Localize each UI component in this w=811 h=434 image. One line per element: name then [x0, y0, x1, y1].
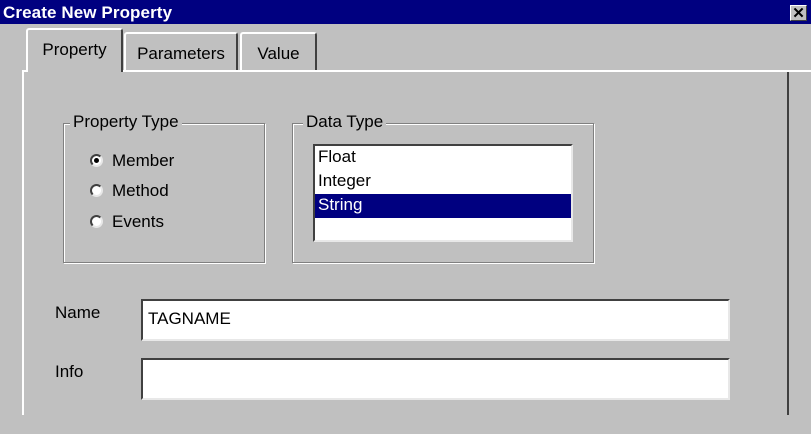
tab-panel-property — [22, 70, 811, 415]
close-button[interactable]: ✕ — [790, 5, 807, 22]
title-bar: Create New Property ✕ — [0, 0, 811, 24]
tab-value-label: Value — [257, 44, 300, 63]
tab-value[interactable]: Value — [240, 32, 317, 70]
window-title: Create New Property — [3, 3, 173, 22]
tab-parameters-label: Parameters — [137, 44, 225, 63]
tab-property[interactable]: Property — [26, 28, 123, 72]
tab-parameters[interactable]: Parameters — [124, 32, 238, 70]
close-icon: ✕ — [792, 5, 805, 22]
tab-property-label: Property — [42, 40, 107, 59]
